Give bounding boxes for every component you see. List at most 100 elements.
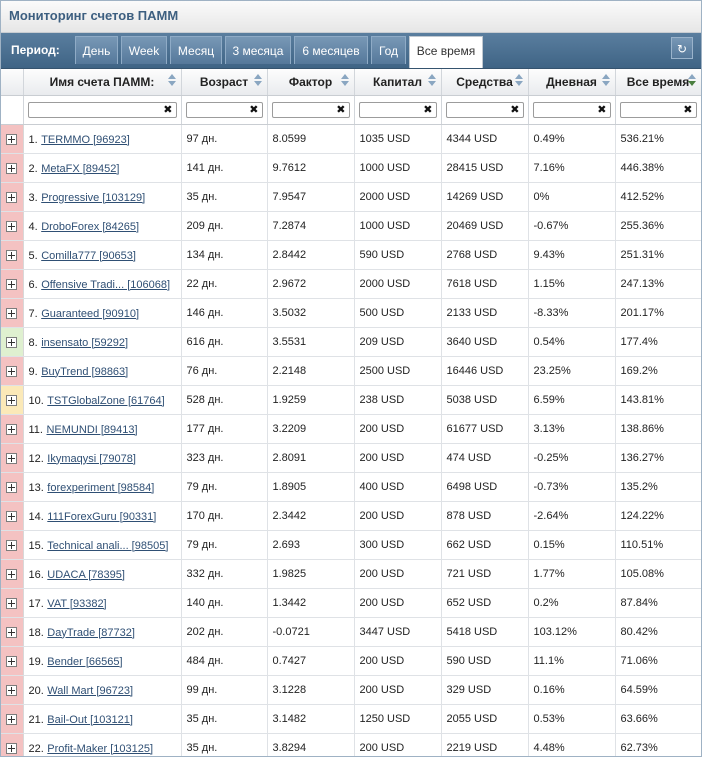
filter-input-age[interactable] [187, 104, 252, 118]
expand-plus-icon[interactable] [6, 395, 17, 406]
account-link[interactable]: Bail-Out [103121] [47, 714, 133, 726]
column-header-factor[interactable]: Фактор [267, 69, 354, 96]
expand-plus-icon[interactable] [6, 424, 17, 435]
row-number: 15. [29, 540, 44, 552]
row-number: 8. [29, 337, 38, 349]
expand-plus-icon[interactable] [6, 221, 17, 232]
expand-plus-icon[interactable] [6, 366, 17, 377]
refresh-icon[interactable]: ↻ [671, 37, 693, 59]
expand-plus-icon[interactable] [6, 627, 17, 638]
clear-filter-icon[interactable]: ✖ [249, 103, 258, 117]
expand-cell [1, 647, 23, 676]
sort-arrows-icon[interactable] [515, 74, 523, 90]
account-link[interactable]: VAT [93382] [47, 598, 106, 610]
tab-3-months[interactable]: 3 месяца [225, 36, 291, 64]
clear-filter-icon[interactable]: ✖ [683, 103, 692, 117]
filter-input-daily[interactable] [534, 104, 600, 118]
account-link[interactable]: Profit-Maker [103125] [47, 743, 153, 755]
account-link[interactable]: insensato [59292] [41, 337, 128, 349]
capital-cell: 200 USD [354, 647, 441, 676]
column-header-funds[interactable]: Средства [441, 69, 528, 96]
account-link[interactable]: DroboForex [84265] [41, 221, 139, 233]
column-header-all-time[interactable]: Все время [615, 69, 701, 96]
account-link[interactable]: 111ForexGuru [90331] [47, 511, 156, 523]
expand-cell [1, 415, 23, 444]
row-number: 21. [29, 714, 44, 726]
clear-filter-icon[interactable]: ✖ [336, 103, 345, 117]
filter-input-funds[interactable] [447, 104, 513, 118]
account-link[interactable]: NEMUNDI [89413] [46, 424, 137, 436]
column-header-age[interactable]: Возраст [181, 69, 267, 96]
row-number: 17. [29, 598, 44, 610]
account-link[interactable]: forexperiment [98584] [47, 482, 154, 494]
expand-plus-icon[interactable] [6, 482, 17, 493]
sort-arrows-icon[interactable] [428, 74, 436, 90]
account-link[interactable]: Technical anali... [98505] [47, 540, 168, 552]
account-link[interactable]: Progressive [103129] [41, 192, 145, 204]
clear-filter-icon[interactable]: ✖ [510, 103, 519, 117]
daily-cell: 9.43% [528, 241, 615, 270]
expand-plus-icon[interactable] [6, 656, 17, 667]
sort-arrows-icon[interactable] [341, 74, 349, 90]
filter-input-all-time[interactable] [621, 104, 686, 118]
expand-plus-icon[interactable] [6, 540, 17, 551]
expand-plus-icon[interactable] [6, 453, 17, 464]
account-link[interactable]: Ikymaqysi [79078] [47, 453, 136, 465]
column-header-name[interactable]: Имя счета ПАММ: [23, 69, 181, 96]
filter-input-capital[interactable] [360, 104, 426, 118]
all-time-cell: 64.59% [615, 676, 701, 705]
sort-arrows-icon[interactable] [602, 74, 610, 90]
account-link[interactable]: TSTGlobalZone [61764] [47, 395, 164, 407]
tab-day[interactable]: День [75, 36, 118, 64]
tab-all-time[interactable]: Все время [409, 36, 483, 68]
expand-plus-icon[interactable] [6, 714, 17, 725]
table-row: 19. Bender [66565]484 дн.0.7427200 USD59… [1, 647, 701, 676]
account-link[interactable]: Bender [66565] [47, 656, 122, 668]
expand-plus-icon[interactable] [6, 743, 17, 754]
account-name-cell: 12. Ikymaqysi [79078] [23, 444, 181, 473]
tab-week[interactable]: Week [121, 36, 167, 64]
column-header-capital[interactable]: Капитал [354, 69, 441, 96]
filter-input-factor[interactable] [273, 104, 339, 118]
expand-plus-icon[interactable] [6, 192, 17, 203]
account-link[interactable]: MetaFX [89452] [41, 163, 119, 175]
expand-cell [1, 299, 23, 328]
funds-cell: 5418 USD [441, 618, 528, 647]
expand-plus-icon[interactable] [6, 134, 17, 145]
expand-plus-icon[interactable] [6, 250, 17, 261]
age-cell: 35 дн. [181, 705, 267, 734]
account-link[interactable]: BuyTrend [98863] [41, 366, 128, 378]
expand-plus-icon[interactable] [6, 598, 17, 609]
expand-plus-icon[interactable] [6, 308, 17, 319]
expand-plus-icon[interactable] [6, 511, 17, 522]
account-link[interactable]: TERMMO [96923] [41, 134, 130, 146]
account-link[interactable]: Comilla777 [90653] [41, 250, 136, 262]
sort-arrows-icon[interactable] [168, 74, 176, 90]
expand-plus-icon[interactable] [6, 337, 17, 348]
all-time-cell: 63.66% [615, 705, 701, 734]
account-link[interactable]: Offensive Tradi... [106068] [41, 279, 170, 291]
clear-filter-icon[interactable]: ✖ [423, 103, 432, 117]
row-number: 1. [29, 134, 38, 146]
column-header-daily[interactable]: Дневная [528, 69, 615, 96]
sort-arrows-icon[interactable] [254, 74, 262, 90]
expand-plus-icon[interactable] [6, 685, 17, 696]
account-link[interactable]: Guaranteed [90910] [41, 308, 139, 320]
clear-filter-icon[interactable]: ✖ [597, 103, 606, 117]
tab-6-months[interactable]: 6 месяцев [294, 36, 368, 64]
all-time-cell: 110.51% [615, 531, 701, 560]
expand-plus-icon[interactable] [6, 163, 17, 174]
account-link[interactable]: UDACA [78395] [47, 569, 125, 581]
expand-plus-icon[interactable] [6, 569, 17, 580]
tab-year[interactable]: Год [371, 36, 406, 64]
sort-arrows-icon[interactable] [688, 74, 696, 90]
clear-filter-icon[interactable]: ✖ [163, 103, 172, 117]
age-cell: 323 дн. [181, 444, 267, 473]
filter-input-name[interactable] [29, 104, 166, 118]
all-time-cell: 412.52% [615, 183, 701, 212]
account-link[interactable]: DayTrade [87732] [47, 627, 135, 639]
factor-cell: 9.7612 [267, 154, 354, 183]
expand-plus-icon[interactable] [6, 279, 17, 290]
account-link[interactable]: Wall Mart [96723] [47, 685, 133, 697]
tab-month[interactable]: Месяц [170, 36, 222, 64]
